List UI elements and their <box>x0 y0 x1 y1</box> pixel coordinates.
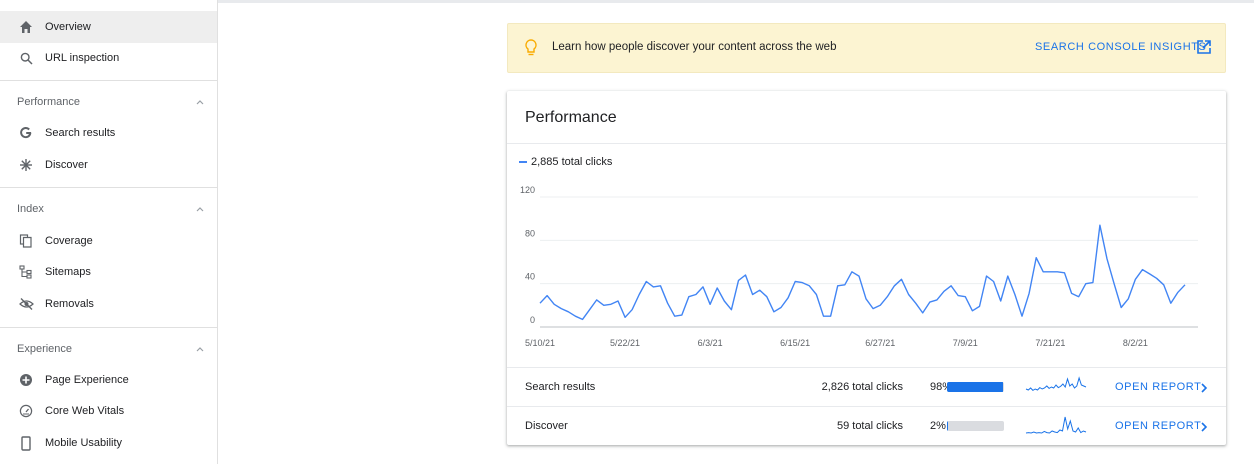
share-bar <box>947 421 1004 431</box>
y-tick-label: 40 <box>525 272 535 282</box>
sidebar-item-label: Removals <box>45 298 94 310</box>
x-tick-label: 8/2/21 <box>1123 338 1148 348</box>
sidebar-item-overview[interactable]: Overview <box>0 11 217 43</box>
sparkline-path <box>1025 416 1087 434</box>
section-performance-header[interactable]: Performance <box>0 88 217 116</box>
report-row-search-results: Search results 2,826 total clicks 98% OP… <box>507 368 1226 406</box>
sidebar-item-discover[interactable]: Discover <box>0 149 217 181</box>
sidebar-divider <box>0 327 217 328</box>
sidebar-item-mobile-usability[interactable]: Mobile Usability <box>0 427 217 459</box>
open-report-button[interactable]: OPEN REPORT <box>1115 420 1201 432</box>
sidebar-item-core-web-vitals[interactable]: Core Web Vitals <box>0 395 217 427</box>
open-in-new-icon[interactable] <box>1195 38 1213 56</box>
sidebar-item-coverage[interactable]: Coverage <box>0 225 217 257</box>
card-title: Performance <box>525 109 617 126</box>
lightbulb-icon <box>523 38 539 58</box>
legend-total-clicks: 2,885 total clicks <box>531 156 613 168</box>
y-tick-label: 0 <box>530 315 535 325</box>
section-title: Index <box>17 203 44 215</box>
card-divider <box>507 143 1226 144</box>
y-tick-label: 80 <box>525 228 535 238</box>
home-icon <box>17 18 35 36</box>
sidebar-item-removals[interactable]: Removals <box>0 288 217 320</box>
chart-legend: 2,885 total clicks <box>519 156 612 168</box>
sparkline <box>1025 416 1087 434</box>
x-tick-label: 6/27/21 <box>865 338 895 348</box>
chevron-right-icon[interactable] <box>1199 381 1209 393</box>
series-line-clicks <box>539 224 1186 321</box>
y-tick-label: 120 <box>520 185 535 195</box>
sidebar-item-label: Page Experience <box>45 374 129 386</box>
sidebar-item-page-experience[interactable]: Page Experience <box>0 364 217 396</box>
sidebar-nav: Overview URL inspection Performance Sear… <box>0 0 218 464</box>
sidebar-item-label: Coverage <box>45 235 93 247</box>
plus-circle-icon <box>17 371 35 389</box>
row-name: Discover <box>525 420 568 432</box>
chevron-up-icon <box>193 342 207 356</box>
hidden-eye-icon <box>17 295 35 313</box>
share-bar-fill <box>947 382 1003 392</box>
sidebar-item-label: Core Web Vitals <box>45 405 125 417</box>
section-title: Experience <box>17 343 73 355</box>
phone-icon <box>17 434 35 452</box>
sidebar-divider <box>0 80 217 81</box>
chevron-right-icon[interactable] <box>1199 420 1209 432</box>
sidebar-divider <box>0 187 217 188</box>
sidebar-item-label: Mobile Usability <box>45 437 123 449</box>
clicks-line-chart: 0 40 80 120 5/10/21 5/22/21 6/3/21 6/15/21 6/27/… <box>520 185 1198 348</box>
share-bar-fill <box>947 421 949 431</box>
x-tick-label: 5/10/21 <box>525 338 555 348</box>
row-name: Search results <box>525 381 596 393</box>
sidebar-item-url-inspection[interactable]: URL inspection <box>0 42 217 74</box>
performance-card: Performance 2,885 total clicks 0 40 80 120 5… <box>507 91 1226 445</box>
section-title: Performance <box>17 96 80 108</box>
x-tick-label: 6/15/21 <box>780 338 810 348</box>
x-tick-label: 7/21/21 <box>1035 338 1065 348</box>
sidebar-item-label: Search results <box>45 127 116 139</box>
sidebar-item-sitemaps[interactable]: Sitemaps <box>0 256 217 288</box>
x-tick-label: 5/22/21 <box>610 338 640 348</box>
banner-message: Learn how people discover your content a… <box>552 41 837 53</box>
sidebar-item-search-results[interactable]: Search results <box>0 117 217 149</box>
search-console-insights-link[interactable]: SEARCH CONSOLE INSIGHTS <box>1035 41 1207 53</box>
section-index-header[interactable]: Index <box>0 195 217 223</box>
sitemap-icon <box>17 263 35 281</box>
chevron-up-icon <box>193 202 207 216</box>
sparkline <box>1025 376 1087 392</box>
legend-swatch <box>519 161 527 163</box>
sidebar-item-label: Overview <box>45 21 91 33</box>
sparkline-path <box>1025 376 1087 392</box>
sidebar-item-label: Sitemaps <box>45 266 91 278</box>
row-clicks: 2,826 total clicks <box>821 381 903 393</box>
speedometer-icon <box>17 402 35 420</box>
sidebar-item-label: URL inspection <box>45 52 120 64</box>
sidebar-item-label: Discover <box>45 159 88 171</box>
copy-icon <box>17 232 35 250</box>
share-bar <box>947 382 1004 392</box>
open-report-button[interactable]: OPEN REPORT <box>1115 381 1201 393</box>
insights-banner: Learn how people discover your content a… <box>507 23 1226 73</box>
search-icon <box>17 49 35 67</box>
x-tick-label: 7/9/21 <box>953 338 978 348</box>
row-percent: 2% <box>930 420 946 432</box>
x-tick-label: 6/3/21 <box>698 338 723 348</box>
asterisk-icon <box>17 156 35 174</box>
report-row-discover: Discover 59 total clicks 2% OPEN REPORT <box>507 407 1226 445</box>
google-g-icon <box>17 124 35 142</box>
section-experience-header[interactable]: Experience <box>0 335 217 363</box>
chevron-up-icon <box>193 95 207 109</box>
row-clicks: 59 total clicks <box>836 420 903 432</box>
